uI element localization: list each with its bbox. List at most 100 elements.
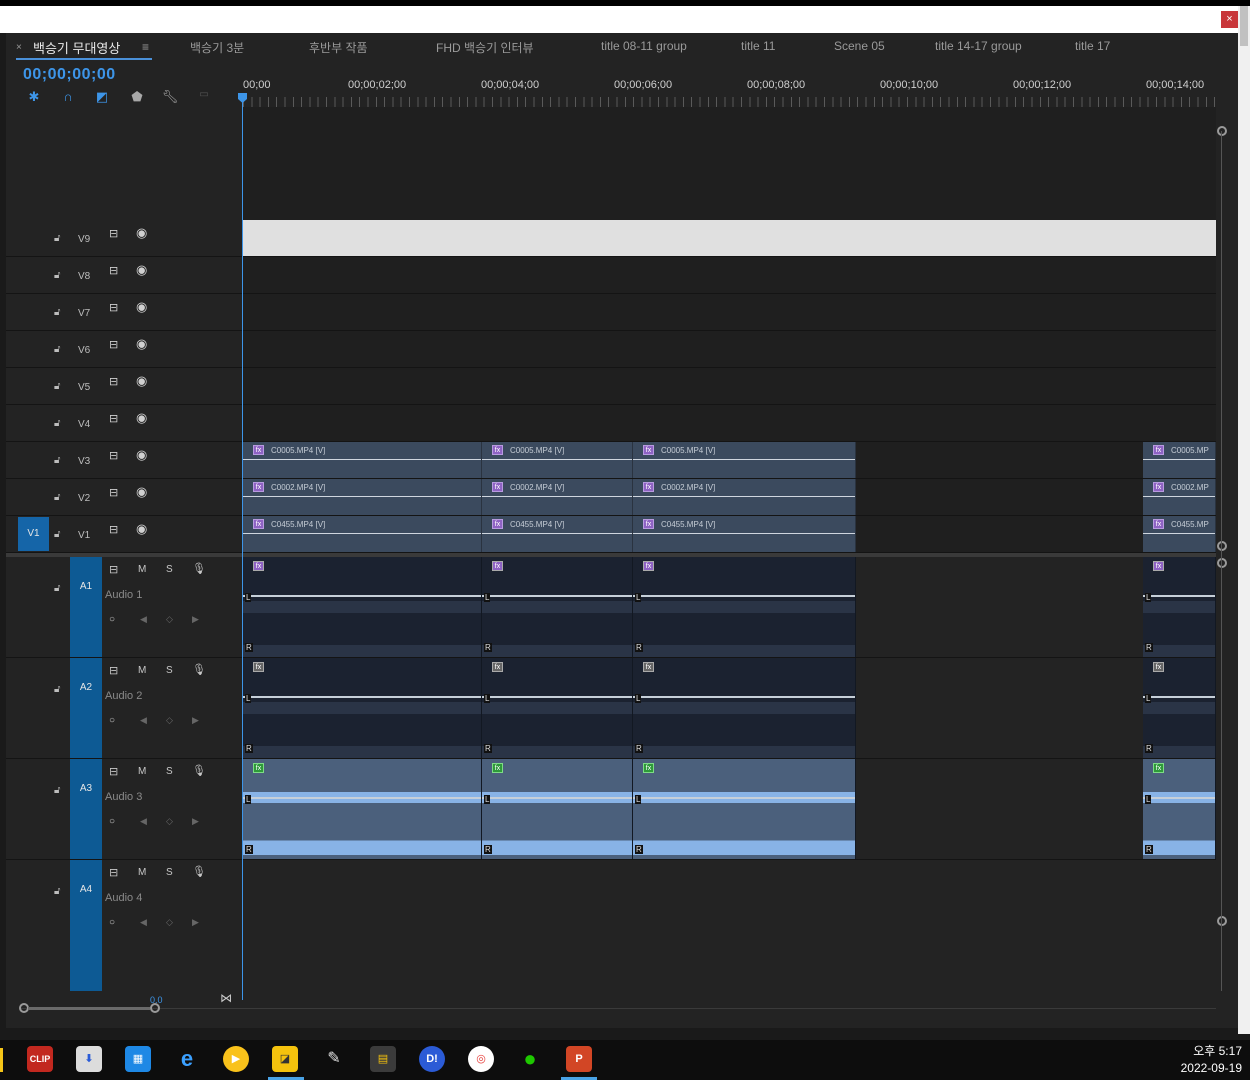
track-area[interactable] [243,257,1216,293]
solo-button[interactable]: S [166,766,173,777]
lock-icon[interactable]: 🔓︎ [54,492,60,503]
solo-button[interactable]: S [166,665,173,676]
eye-icon[interactable]: ◉ [136,484,147,500]
scroll-handle[interactable] [1217,558,1227,568]
scroll-handle[interactable] [1217,541,1227,551]
lock-icon[interactable]: 🔓︎ [54,270,60,281]
chrome-icon[interactable]: ◎ [468,1046,494,1072]
source-patch-v1[interactable]: V1 [18,517,49,551]
mute-button[interactable]: M [138,867,146,878]
microphone-icon[interactable]: 🎙︎ [192,865,206,878]
next-keyframe-icon[interactable]: ▶ [192,917,199,928]
internet-explorer-icon[interactable]: e [174,1046,200,1072]
prev-keyframe-icon[interactable]: ◀ [140,715,147,726]
tab-sequence[interactable]: FHD 백승기 인터뷰 [436,39,534,56]
keyframe-icon[interactable]: ○ [109,715,115,726]
audio-clip[interactable]: fxLR [633,759,856,859]
track-area[interactable]: fx C0005.MP4 [V] fx C0005.MP4 [V] fx C0005.… [243,442,1216,478]
track-area[interactable]: fxLR fxLR fxLR fxLR [243,759,1216,859]
track-area[interactable] [243,405,1216,441]
tab-menu-icon[interactable]: ≡ [142,40,149,54]
time-ruler[interactable]: 00;00 00;00;02;00 00;00;04;00 00;00;06;0… [243,79,1216,107]
track-area[interactable] [243,220,1216,256]
audio-clip[interactable]: fxLR [243,557,482,657]
audio-clip[interactable]: fxLR [633,658,856,758]
audio-clip[interactable]: fxLR [482,557,633,657]
toggle-sync-icon[interactable]: ⊟ [109,486,118,499]
toggle-sync-icon[interactable]: ⊟ [109,412,118,425]
zoom-handle-right[interactable] [150,1003,160,1013]
audio-clip[interactable]: fxLR [1143,658,1216,758]
installer-icon[interactable]: ⬇ [76,1046,102,1072]
next-keyframe-icon[interactable]: ▶ [192,715,199,726]
zoom-scrollbar-thumb[interactable] [28,1007,150,1010]
eye-icon[interactable]: ◉ [136,336,147,352]
playhead-timecode[interactable]: 00;00;00;00 [23,66,116,84]
powerpoint-icon[interactable]: P [566,1046,592,1072]
audio-clip[interactable]: fxLR [482,658,633,758]
track-area[interactable]: fx C0002.MP4 [V] fx C0002.MP4 [V] fx C0002.… [243,479,1216,515]
eye-icon[interactable]: ◉ [136,262,147,278]
source-patch-audio[interactable]: A3 [70,759,102,859]
calendar-icon[interactable]: ▦ [125,1046,151,1072]
lock-icon[interactable]: 🔓︎ [54,381,60,392]
toggle-sync-icon[interactable]: ⊟ [109,301,118,314]
microphone-icon[interactable]: 🎙︎ [192,663,206,676]
mute-button[interactable]: M [138,564,146,575]
tab-sequence[interactable]: 백승기 3분 [190,39,244,56]
keyframe-icon[interactable]: ○ [109,614,115,625]
source-patch-audio[interactable]: A1 [70,557,102,657]
video-clip[interactable]: fx C0455.MP4 [V] [243,516,482,552]
media-player-icon[interactable]: ▶ [223,1046,249,1072]
scroll-handle[interactable] [1217,916,1227,926]
video-clip[interactable]: fx C0005.MP4 [V] [243,442,482,478]
toggle-sync-icon[interactable]: ⊟ [109,338,118,351]
microphone-icon[interactable]: 🎙︎ [192,562,206,575]
toggle-sync-icon[interactable]: ⊟ [109,765,118,778]
tab-close-icon[interactable]: × [16,42,22,53]
eye-icon[interactable]: ◉ [136,299,147,315]
solo-button[interactable]: S [166,564,173,575]
tab-active-sequence[interactable]: 백승기 무대영상 [33,38,120,57]
prev-keyframe-icon[interactable]: ◀ [140,816,147,827]
scroll-handle[interactable] [1217,126,1227,136]
lock-icon[interactable]: 🔓︎ [54,455,60,466]
audio-clip[interactable]: fxLR [1143,557,1216,657]
keyframe-icon[interactable]: ○ [109,917,115,928]
toggle-sync-icon[interactable]: ⊟ [109,227,118,240]
captions-icon[interactable]: ▭ [195,89,213,100]
toggle-sync-icon[interactable]: ⊟ [109,563,118,576]
source-patch-audio[interactable]: A2 [70,658,102,758]
tab-sequence[interactable]: title 11 [741,39,775,53]
tab-sequence[interactable]: title 17 [1075,39,1110,53]
system-clock[interactable]: 오후 5:17 2022-09-19 [1181,1043,1242,1077]
track-area[interactable]: fxLR fxLR fxLR fxLR [243,557,1216,657]
keyframe-icon[interactable]: ○ [109,816,115,827]
eye-icon[interactable]: ◉ [136,373,147,389]
vertical-scroll-track[interactable] [1221,131,1222,991]
toggle-sync-icon[interactable]: ⊟ [109,664,118,677]
audio-clip[interactable]: fxLR [1143,759,1216,859]
eye-icon[interactable]: ◉ [136,410,147,426]
zoom-fit-icon[interactable]: ⋈ [220,991,232,1005]
video-clip[interactable]: fx C0002.MP4 [V] [243,479,482,515]
naver-band-icon[interactable]: ● [517,1046,543,1072]
eye-icon[interactable]: ◉ [136,225,147,241]
add-keyframe-icon[interactable]: ◇ [166,715,173,726]
lock-icon[interactable]: 🔓︎ [54,785,60,796]
scrollbar-thumb[interactable] [1240,6,1248,46]
horizontal-scroll-track[interactable] [20,1008,1216,1009]
video-clip[interactable]: fx C0005.MP4 [V] [482,442,633,478]
microphone-icon[interactable]: 🎙︎ [192,764,206,777]
snap-icon[interactable]: ✱ [25,89,43,105]
audio-clip[interactable]: fxLR [482,759,633,859]
close-button[interactable]: × [1221,11,1238,28]
lock-icon[interactable]: 🔓︎ [54,233,60,244]
toggle-sync-icon[interactable]: ⊟ [109,375,118,388]
movie-maker-icon[interactable]: ▤ [370,1046,396,1072]
video-clip[interactable]: fx C0002.MP4 [V] [633,479,856,515]
playhead-line[interactable] [242,97,243,1000]
track-area[interactable] [243,294,1216,330]
toggle-sync-icon[interactable]: ⊟ [109,523,118,536]
linked-selection-icon[interactable]: ◩ [93,89,111,105]
